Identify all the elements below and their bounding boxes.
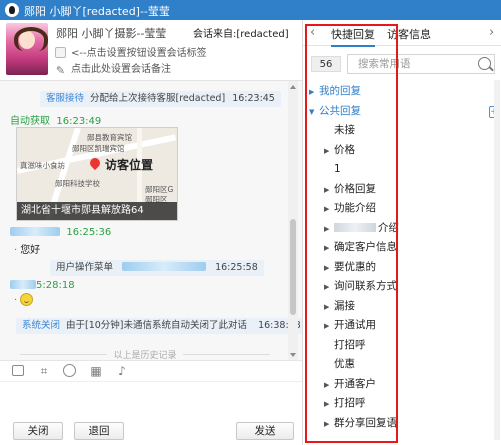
session-note-hint: 点击此处设置会话备注 — [71, 64, 171, 75]
tab-prev-arrow-icon[interactable]: ‹ — [310, 25, 315, 40]
tree-folder[interactable]: ▶ 开通客户 — [324, 375, 376, 393]
return-button[interactable]: 退回 — [74, 422, 124, 440]
expand-arrow-icon: ▶ — [324, 380, 330, 389]
close-button[interactable]: 关闭 — [13, 422, 63, 440]
tree-group-my-replies[interactable]: ▶ 我的回复 — [309, 82, 361, 100]
visitor-location-map[interactable]: 郧县教育宾馆 郧阳区凯瑞宾馆 真滋味小食坊 郧阳科技学校 郧阳区G 郧阳区 访客… — [16, 127, 178, 221]
chat-history[interactable]: 客服接待 分配给上次接待客服[redacted] 16:23:45 自动获取 16… — [0, 80, 302, 360]
expand-arrow-icon: ▶ — [324, 302, 330, 311]
operation-message-tag: 用户操作菜单 — [56, 262, 114, 273]
expand-arrow-icon: ▶ — [324, 185, 330, 194]
tree-folder[interactable]: ▶ 群分享回复语 — [324, 414, 397, 432]
session-tag-row[interactable]: <--点击设置按钮设置会话标签 — [55, 44, 207, 59]
operation-message-time: 16:25:58 — [215, 262, 258, 273]
quick-reply-search: 56 搜索常用语 — [303, 50, 501, 76]
system-message-tag: 客服接待 — [46, 93, 85, 104]
expand-arrow-icon: ▶ — [324, 322, 330, 330]
smile-emoji-icon — [20, 293, 34, 306]
system-close-text: 由于[10分钟]未通信系统自动关闭了此对话 — [66, 320, 248, 331]
tree-folder[interactable]: ▶ 打招呼 — [324, 394, 366, 412]
system-message: 客服接待 分配给上次接待客服[redacted] 16:23:45 — [40, 91, 281, 107]
tree-folder[interactable]: ▶ 询问联系方式 — [324, 277, 397, 295]
session-source: 会话来自:[redacted] — [193, 29, 289, 40]
scrollbar-thumb[interactable] — [290, 219, 296, 315]
operation-message: 用户操作菜单 16:25:58 — [50, 260, 264, 276]
expand-arrow-icon: ▶ — [324, 146, 330, 155]
expand-arrow-icon: ▶ — [324, 263, 330, 272]
tree-folder[interactable]: ▶ 要优惠的 — [324, 258, 376, 276]
scroll-down-arrow-icon[interactable] — [290, 353, 296, 357]
tree-item[interactable]: 打招呼 — [324, 336, 366, 354]
quick-reply-search-input[interactable]: 搜索常用语 — [347, 54, 495, 74]
tree-group-public-replies[interactable]: ▼ 公共回复 — [309, 102, 361, 120]
session-tag-hint: <--点击设置按钮设置会话标签 — [71, 48, 207, 59]
message-input[interactable] — [0, 383, 302, 419]
map-address: 湖北省十堰市郧县解放路64 — [17, 202, 177, 220]
message-sender: 5:28:18 — [10, 280, 75, 291]
contact-name: 郧阳 小脚丫摄影--莹莹 — [56, 27, 167, 40]
qq-penguin-icon — [5, 3, 19, 17]
session-note-row[interactable]: ✎ 点击此处设置会话备注 — [55, 60, 171, 76]
edit-note-icon[interactable]: ✎ — [55, 65, 66, 76]
system-close-message: 系统关闭 由于[10分钟]未通信系统自动关闭了此对话 16:38:18 — [16, 318, 302, 334]
map-label: 访客位置 — [105, 158, 154, 172]
tab-quick-reply[interactable]: 快捷回复 — [331, 26, 375, 47]
tree-folder[interactable]: ▶ 开通试用 — [324, 316, 376, 334]
search-icon[interactable] — [478, 57, 491, 70]
map-poi: 郧阳科技学校 — [55, 179, 100, 188]
expand-arrow-icon: ▶ — [324, 205, 330, 213]
panel-scrollbar[interactable] — [494, 80, 500, 440]
quick-reply-panel: ‹ 快捷回复 访客信息 › 56 搜索常用语 + ▶我的回复 ▼公共回复 未接 … — [302, 20, 501, 445]
system-message-text: 分配给上次接待客服[redacted] — [90, 93, 226, 104]
expand-arrow-icon: ▶ — [324, 419, 330, 428]
map-poi: 郧县教育宾馆 — [87, 133, 132, 142]
tab-next-arrow-icon[interactable]: › — [489, 25, 494, 40]
tree-folder[interactable]: ▶ 确定客户信息 — [324, 238, 397, 256]
crop-icon[interactable]: ⌗ — [37, 364, 51, 378]
tree-folder[interactable]: ▶ 功能介绍 — [324, 199, 376, 217]
expand-arrow-icon: ▶ — [324, 244, 330, 252]
tree-folder[interactable]: ▶ 漏接 — [324, 297, 355, 315]
message-sender: 16:25:36 — [10, 227, 111, 238]
message-emoji: · — [14, 293, 34, 306]
input-toolbar: ⌗ ▦ ♪ — [0, 360, 302, 382]
send-button[interactable]: 发送 — [236, 422, 294, 440]
chat-scrollbar[interactable] — [288, 81, 298, 360]
window-title: 郧阳 小脚丫[redacted]--莹莹 — [24, 5, 170, 18]
map-poi: 郧阳区凯瑞宾馆 — [72, 144, 125, 153]
chat-header: 郧阳 小脚丫摄影--莹莹 会话来自:[redacted] <--点击设置按钮设置… — [0, 20, 302, 80]
history-divider: 以上是历史记录 — [0, 348, 290, 360]
reply-count-badge: 56 — [311, 56, 341, 72]
tree-folder[interactable]: ▶ 介绍 — [324, 219, 399, 237]
panel-tabs: ‹ 快捷回复 访客信息 › — [303, 20, 501, 47]
tree-item[interactable]: 优惠 — [324, 355, 355, 373]
message-sender: 自动获取 16:23:49 — [10, 116, 102, 127]
tree-item[interactable]: 未接 — [324, 121, 355, 139]
emoji-icon[interactable] — [63, 364, 76, 377]
image-icon[interactable] — [12, 365, 24, 376]
expand-arrow-icon: ▶ — [324, 224, 330, 233]
tab-visitor-info[interactable]: 访客信息 — [387, 26, 431, 42]
title-bar: 郧阳 小脚丫[redacted]--莹莹 — [0, 0, 501, 20]
expand-arrow-icon: ▶ — [324, 400, 330, 408]
tree-item[interactable]: 1 — [324, 160, 341, 178]
screenshot-icon[interactable]: ▦ — [89, 364, 103, 378]
expand-arrow-icon: ▶ — [324, 283, 330, 291]
expand-arrow-icon[interactable]: ▶ — [309, 83, 319, 101]
tree-folder[interactable]: ▶ 价格回复 — [324, 180, 376, 198]
tree-folder[interactable]: ▶ 价格 — [324, 141, 355, 159]
collapse-arrow-icon[interactable]: ▼ — [309, 103, 319, 121]
avatar[interactable] — [6, 23, 48, 75]
map-poi: 真滋味小食坊 — [20, 161, 65, 170]
scroll-up-arrow-icon[interactable] — [290, 85, 296, 89]
system-message-time: 16:23:45 — [232, 93, 275, 104]
voice-icon[interactable]: ♪ — [115, 364, 129, 378]
message-text: · 您好 — [14, 245, 41, 256]
system-close-tag: 系统关闭 — [22, 320, 61, 331]
tag-settings-icon[interactable] — [55, 47, 66, 58]
